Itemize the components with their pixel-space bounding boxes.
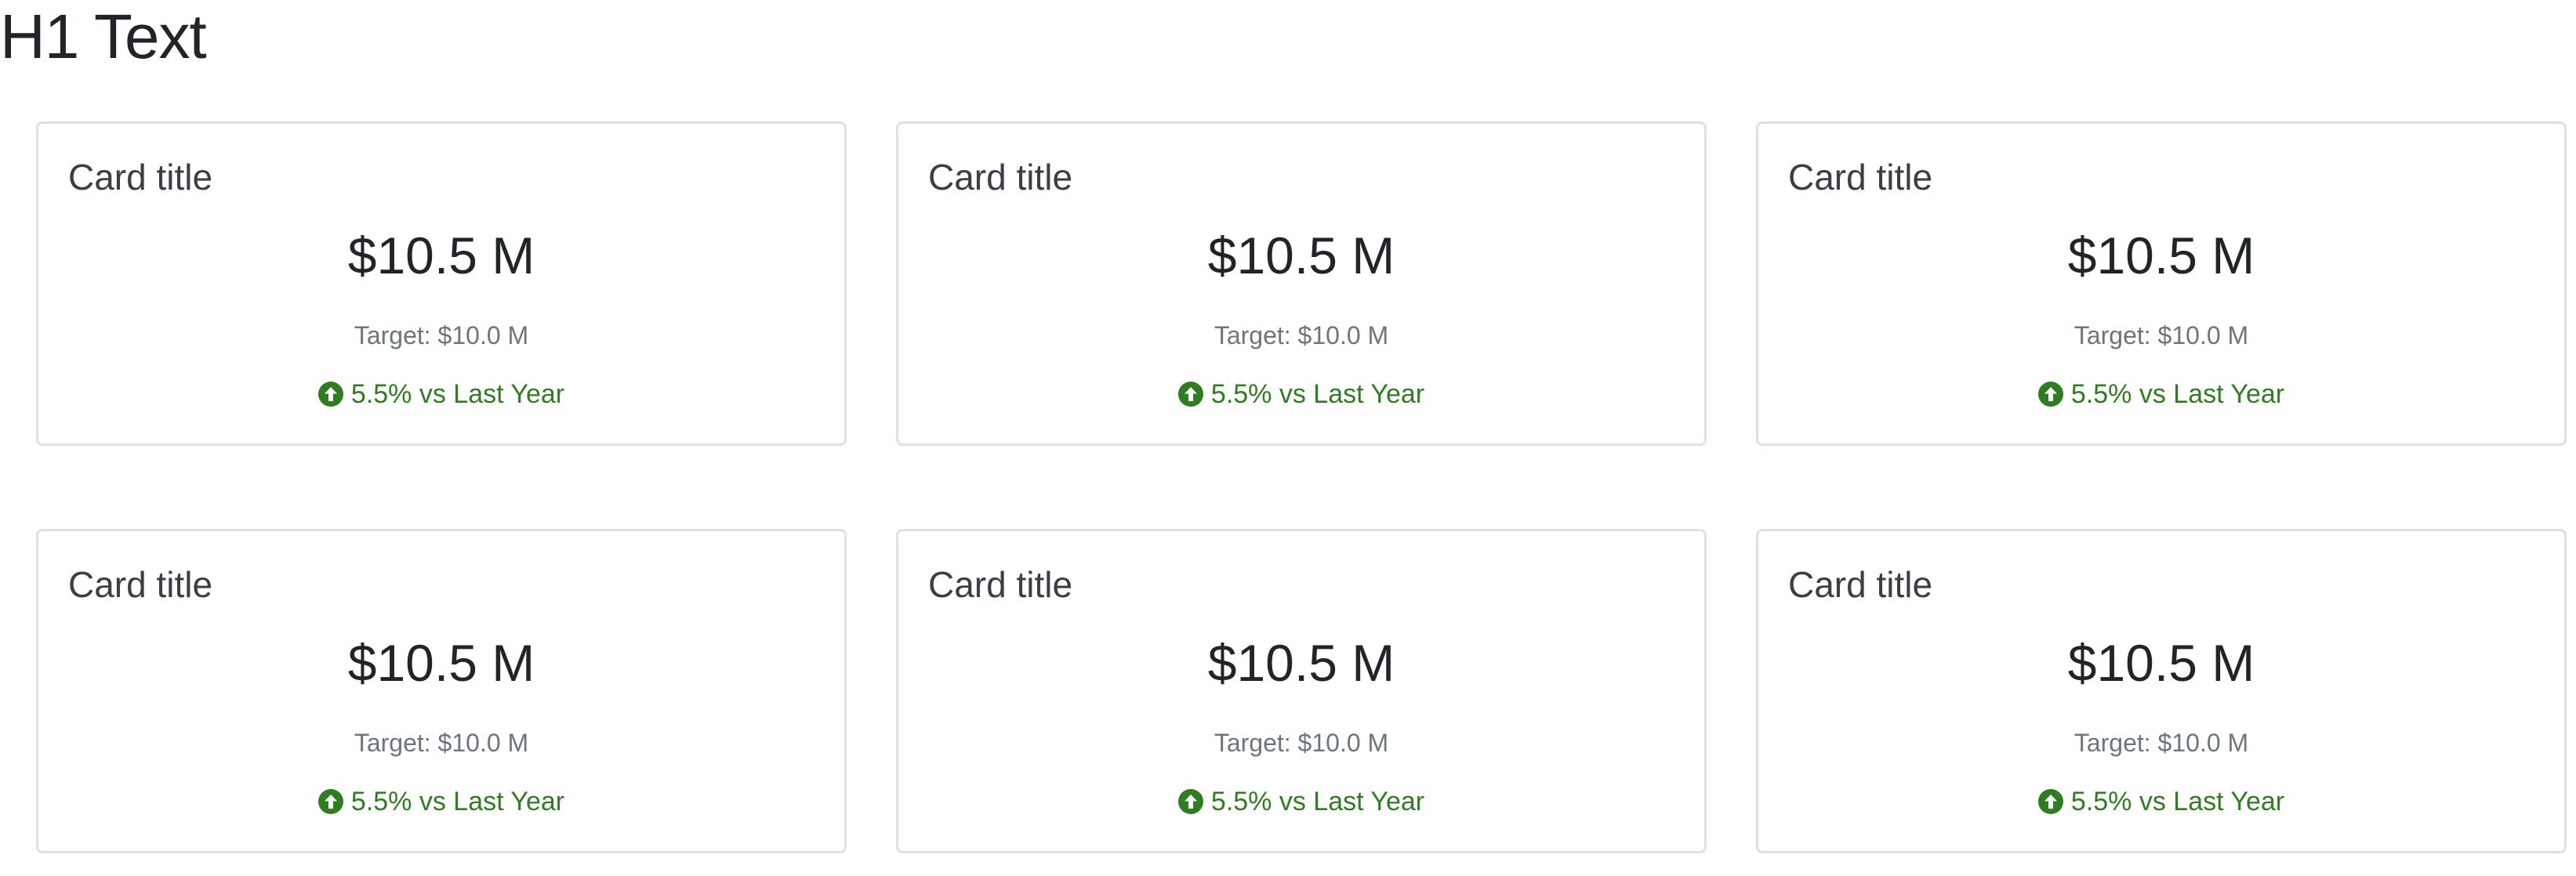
kpi-card: Card title $10.5 M Target: $10.0 M 5.5% … bbox=[36, 121, 847, 446]
card-trend: 5.5% vs Last Year bbox=[1758, 785, 2564, 818]
card-title: Card title bbox=[928, 157, 1073, 197]
card-target: Target: $10.0 M bbox=[354, 729, 529, 757]
arrow-up-circle-icon bbox=[2037, 789, 2063, 814]
card-target: Target: $10.0 M bbox=[2073, 321, 2249, 349]
card-title: Card title bbox=[928, 564, 1073, 605]
card-title: Card title bbox=[1788, 157, 1933, 197]
trend-label: 5.5% vs Last Year bbox=[2070, 379, 2285, 409]
card-trend: 5.5% vs Last Year bbox=[1758, 378, 2564, 411]
arrow-up-circle-icon bbox=[317, 382, 343, 407]
card-target: Target: $10.0 M bbox=[1214, 729, 1389, 757]
card-trend: 5.5% vs Last Year bbox=[38, 378, 844, 411]
page-title: H1 Text bbox=[0, 2, 207, 71]
card-title: Card title bbox=[68, 564, 213, 605]
card-target: Target: $10.0 M bbox=[1214, 321, 1389, 349]
card-trend: 5.5% vs Last Year bbox=[38, 785, 844, 818]
card-value: $10.5 M bbox=[2067, 634, 2255, 692]
trend-label: 5.5% vs Last Year bbox=[350, 379, 565, 409]
kpi-card: Card title $10.5 M Target: $10.0 M 5.5% … bbox=[896, 529, 1707, 853]
card-value: $10.5 M bbox=[1207, 226, 1395, 284]
arrow-up-circle-icon bbox=[2037, 382, 2063, 407]
card-value: $10.5 M bbox=[1207, 634, 1395, 692]
arrow-up-circle-icon bbox=[1177, 789, 1203, 814]
kpi-card: Card title $10.5 M Target: $10.0 M 5.5% … bbox=[1756, 121, 2567, 446]
card-title: Card title bbox=[1788, 564, 1933, 605]
trend-label: 5.5% vs Last Year bbox=[1210, 787, 1425, 816]
card-trend: 5.5% vs Last Year bbox=[898, 378, 1704, 411]
card-title: Card title bbox=[68, 157, 213, 197]
arrow-up-circle-icon bbox=[317, 789, 343, 814]
kpi-card: Card title $10.5 M Target: $10.0 M 5.5% … bbox=[896, 121, 1707, 446]
card-value: $10.5 M bbox=[347, 634, 535, 692]
card-target: Target: $10.0 M bbox=[354, 321, 529, 349]
card-value: $10.5 M bbox=[2067, 226, 2255, 284]
card-target: Target: $10.0 M bbox=[2073, 729, 2249, 757]
kpi-card: Card title $10.5 M Target: $10.0 M 5.5% … bbox=[36, 529, 847, 853]
arrow-up-circle-icon bbox=[1177, 382, 1203, 407]
trend-label: 5.5% vs Last Year bbox=[1210, 379, 1425, 409]
kpi-card: Card title $10.5 M Target: $10.0 M 5.5% … bbox=[1756, 529, 2567, 853]
card-value: $10.5 M bbox=[347, 226, 535, 284]
card-trend: 5.5% vs Last Year bbox=[898, 785, 1704, 818]
trend-label: 5.5% vs Last Year bbox=[2070, 787, 2285, 816]
trend-label: 5.5% vs Last Year bbox=[350, 787, 565, 816]
